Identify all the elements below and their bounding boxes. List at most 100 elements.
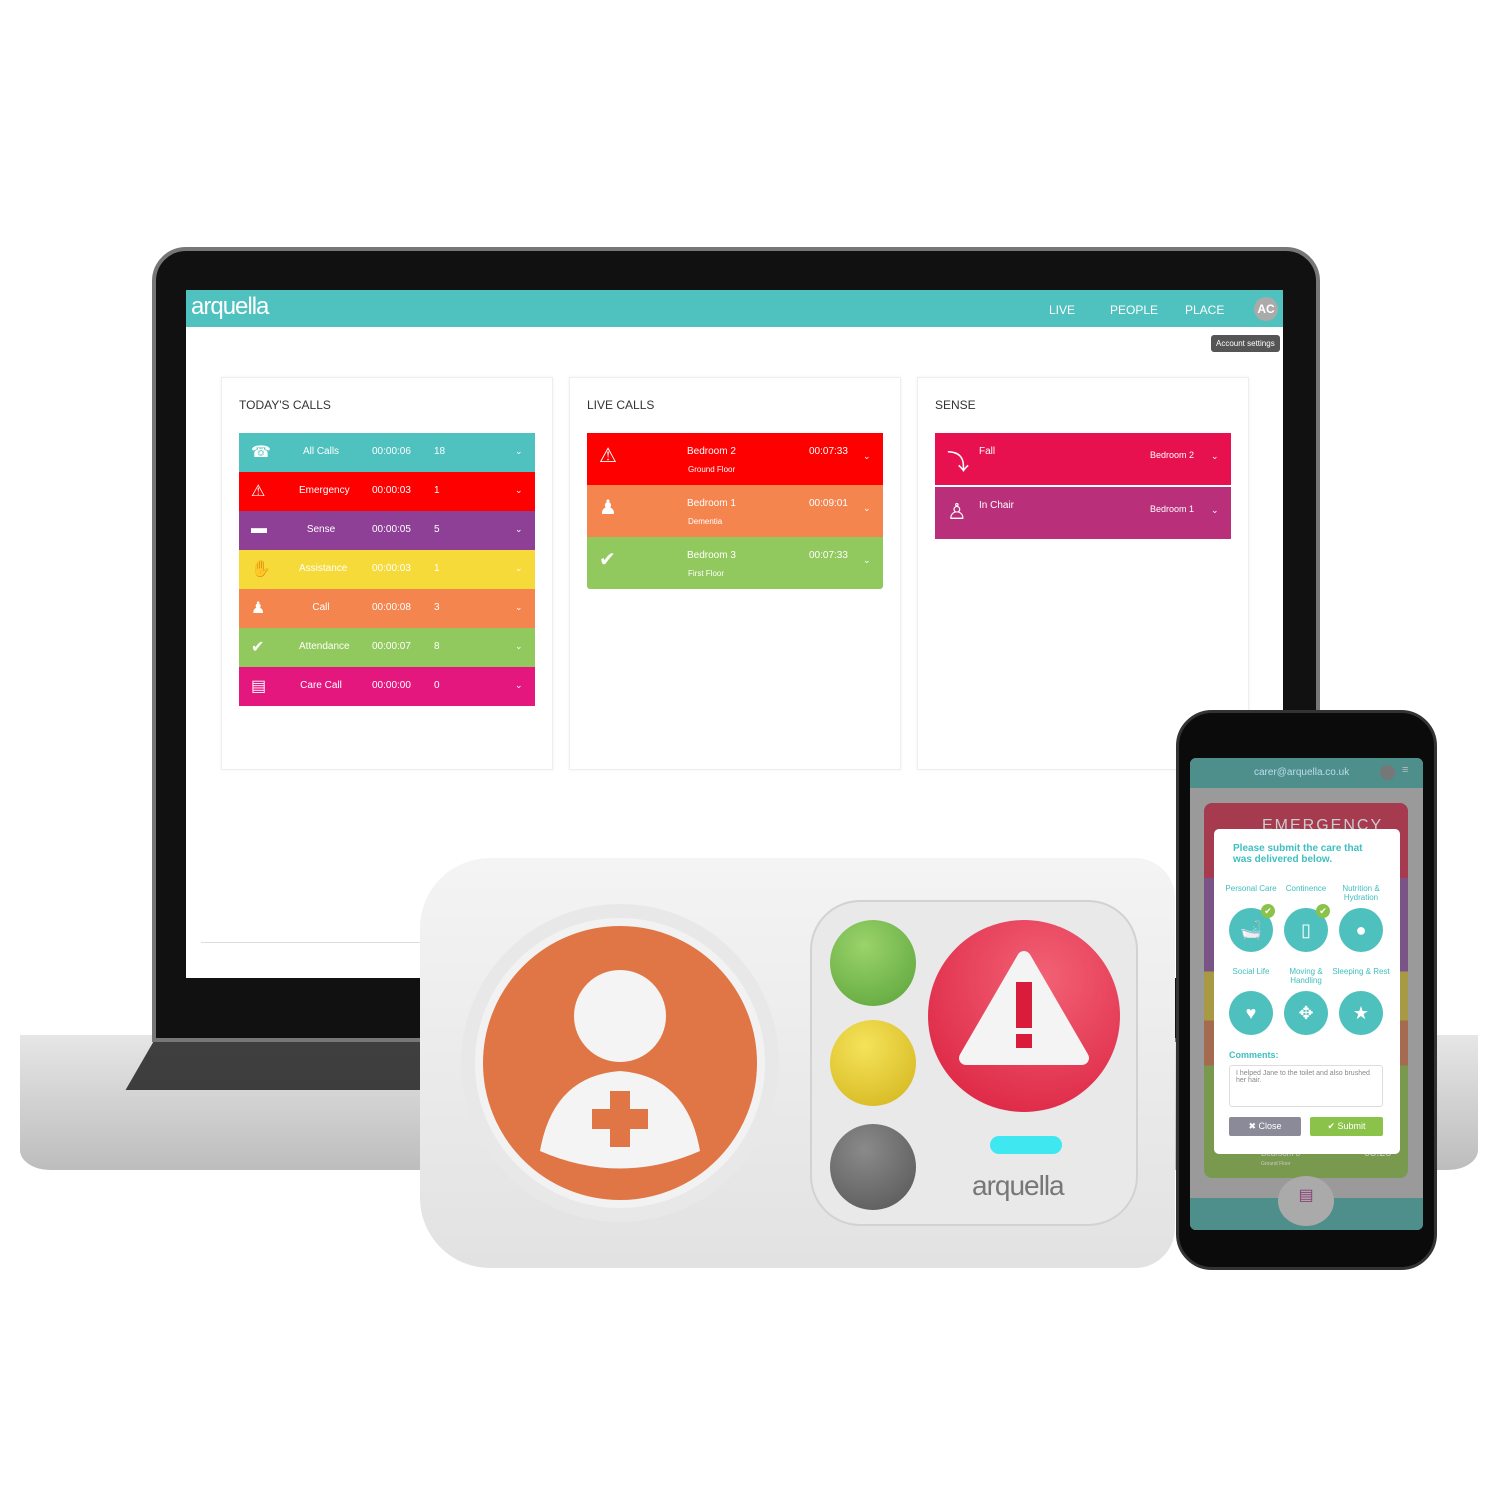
chevron-down-icon: ⌄ xyxy=(515,563,523,573)
chevron-down-icon: ⌄ xyxy=(1211,451,1219,461)
sense-room: Bedroom 2 xyxy=(1150,450,1195,460)
moving-icon: ✥ xyxy=(1298,1003,1314,1023)
todays-calls-panel: TODAY'S CALLS ☎ All Calls 00:00:06 18 ⌄ ⚠ Emer… xyxy=(221,377,553,770)
panel-title: TODAY'S CALLS xyxy=(239,398,331,412)
panel-title: SENSE xyxy=(935,398,976,412)
check-icon: ✔ xyxy=(1261,904,1275,918)
call-count: 0 xyxy=(434,680,440,691)
attendance-button[interactable] xyxy=(830,920,916,1006)
care-category-3[interactable]: ♥ xyxy=(1229,991,1273,1035)
nav-place[interactable]: PLACE xyxy=(1185,303,1224,317)
call-type-row[interactable]: ✋ Assistance 00:00:03 1 ⌄ xyxy=(239,550,535,589)
status-light xyxy=(990,1136,1062,1154)
live-call-row[interactable]: ✔ Bedroom 3 First Floor 00:07:33 ⌄ xyxy=(587,537,883,589)
category-label: Social Life xyxy=(1232,967,1270,976)
call-time: 00:00:05 xyxy=(372,524,411,535)
warning-icon: ⚠ xyxy=(599,445,617,467)
call-time: 00:00:00 xyxy=(372,680,411,691)
menu-icon[interactable]: ≡ xyxy=(1402,764,1408,776)
category-label: Sleeping & Rest xyxy=(1332,967,1390,976)
care-category-4[interactable]: ✥ xyxy=(1284,991,1328,1035)
chevron-down-icon: ⌄ xyxy=(515,524,523,534)
call-type-label: Care Call xyxy=(300,680,342,691)
warning-icon: ⚠ xyxy=(251,483,266,500)
care-category-5[interactable]: ★ xyxy=(1339,991,1383,1035)
room-name: Bedroom 3 xyxy=(687,550,736,561)
zone-name: First Floor xyxy=(688,569,724,578)
call-duration: 00:07:33 xyxy=(809,550,848,561)
call-type-label: Emergency xyxy=(299,485,350,496)
submit-label: Submit xyxy=(1337,1121,1366,1131)
device-logo: arquella xyxy=(972,1170,1065,1201)
top-bar: arquella LIVE PEOPLE PLACE AC xyxy=(186,290,1283,327)
carer-icon xyxy=(540,970,700,1169)
call-count: 18 xyxy=(434,446,446,457)
sense-row[interactable]: ♙ In Chair Bedroom 1 ⌄ xyxy=(935,487,1231,539)
care-category-2[interactable]: ● xyxy=(1339,908,1383,952)
clipboard-icon: ▤ xyxy=(251,678,267,695)
panel-title: LIVE CALLS xyxy=(587,398,655,412)
nav-people[interactable]: PEOPLE xyxy=(1110,303,1158,317)
button-panel: arquella xyxy=(810,900,1138,1226)
phone-screen: carer@arquella.co.uk ≡ EMERGENCY Bedroom… xyxy=(1190,758,1423,1230)
zone-name: Ground Floor xyxy=(688,465,736,474)
attendance-icon: ✔ xyxy=(599,549,616,571)
laptop-keyboard xyxy=(125,1040,455,1090)
phone-header: carer@arquella.co.uk ≡ xyxy=(1190,758,1423,788)
call-type-label: All Calls xyxy=(302,446,340,457)
call-time: 00:00:03 xyxy=(372,563,411,574)
chevron-down-icon: ⌄ xyxy=(863,451,871,461)
hand-icon: ✋ xyxy=(251,561,271,578)
chevron-down-icon: ⌄ xyxy=(515,680,523,690)
close-button[interactable]: ✖ Close xyxy=(1229,1117,1301,1136)
comments-input[interactable]: I helped Jane to the toilet and also bru… xyxy=(1229,1065,1383,1107)
call-time: 00:00:06 xyxy=(372,446,411,457)
sense-label: In Chair xyxy=(979,500,1015,511)
avatar[interactable]: AC xyxy=(1254,297,1278,321)
call-point-device: arquella xyxy=(420,858,1175,1268)
sense-room: Bedroom 1 xyxy=(1150,504,1195,514)
clipboard-icon[interactable]: ▤ xyxy=(1278,1176,1334,1226)
call-type-row[interactable]: ♟ Call 00:00:08 3 ⌄ xyxy=(239,589,535,628)
call-time: 00:00:03 xyxy=(372,485,411,496)
reset-button[interactable] xyxy=(830,1124,916,1210)
chevron-down-icon: ⌄ xyxy=(863,555,871,565)
chevron-down-icon: ⌄ xyxy=(515,446,523,456)
live-call-row[interactable]: ♟ Bedroom 1 Dementia 00:09:01 ⌄ xyxy=(587,485,883,537)
warning-icon xyxy=(959,951,1089,1065)
call-time: 00:00:07 xyxy=(372,641,411,652)
call-type-row[interactable]: ⚠ Emergency 00:00:03 1 ⌄ xyxy=(239,472,535,511)
call-type-row[interactable]: ▤ Care Call 00:00:00 0 ⌄ xyxy=(239,667,535,706)
social-icon: ♥ xyxy=(1245,1003,1257,1023)
call-count: 1 xyxy=(434,563,440,574)
carer-icon: ♟ xyxy=(251,600,266,617)
call-type-row[interactable]: ✔ Attendance 00:00:07 8 ⌄ xyxy=(239,628,535,667)
chair-icon: ♙ xyxy=(947,499,967,524)
submit-button[interactable]: ✔ Submit xyxy=(1310,1117,1383,1136)
assistance-button[interactable] xyxy=(830,1020,916,1106)
call-type-row[interactable]: ▬ Sense 00:00:05 5 ⌄ xyxy=(239,511,535,550)
category-label: Continence xyxy=(1285,884,1327,893)
toilet-roll-icon: ▯ xyxy=(1301,920,1311,940)
sense-label: Fall xyxy=(979,446,996,457)
sense-row[interactable]: ⤵ Fall Bedroom 2 ⌄ xyxy=(935,433,1231,485)
chevron-down-icon: ⌄ xyxy=(515,602,523,612)
call-type-row[interactable]: ☎ All Calls 00:00:06 18 ⌄ xyxy=(239,433,535,472)
emergency-button[interactable] xyxy=(928,920,1120,1112)
attendance-icon: ✔ xyxy=(251,639,265,656)
call-type-label: Call xyxy=(312,602,330,613)
call-duration: 00:09:01 xyxy=(809,498,848,509)
room-name: Bedroom 1 xyxy=(687,498,736,509)
call-button[interactable] xyxy=(475,918,765,1208)
care-modal: Please submit the care that was delivere… xyxy=(1214,829,1400,1154)
call-time: 00:00:08 xyxy=(372,602,411,613)
user-avatar[interactable] xyxy=(1380,765,1395,780)
nav-live[interactable]: LIVE xyxy=(1049,303,1075,317)
live-call-row[interactable]: ⚠ Bedroom 2 Ground Floor 00:07:33 ⌄ xyxy=(587,433,883,485)
chevron-down-icon: ⌄ xyxy=(515,641,523,651)
comments-label: Comments: xyxy=(1229,1050,1279,1060)
category-label: Nutrition & Hydration xyxy=(1342,884,1380,902)
room-name: Bedroom 2 xyxy=(687,446,736,457)
user-email: carer@arquella.co.uk xyxy=(1254,767,1350,778)
sleep-icon: ★ xyxy=(1352,1003,1370,1023)
